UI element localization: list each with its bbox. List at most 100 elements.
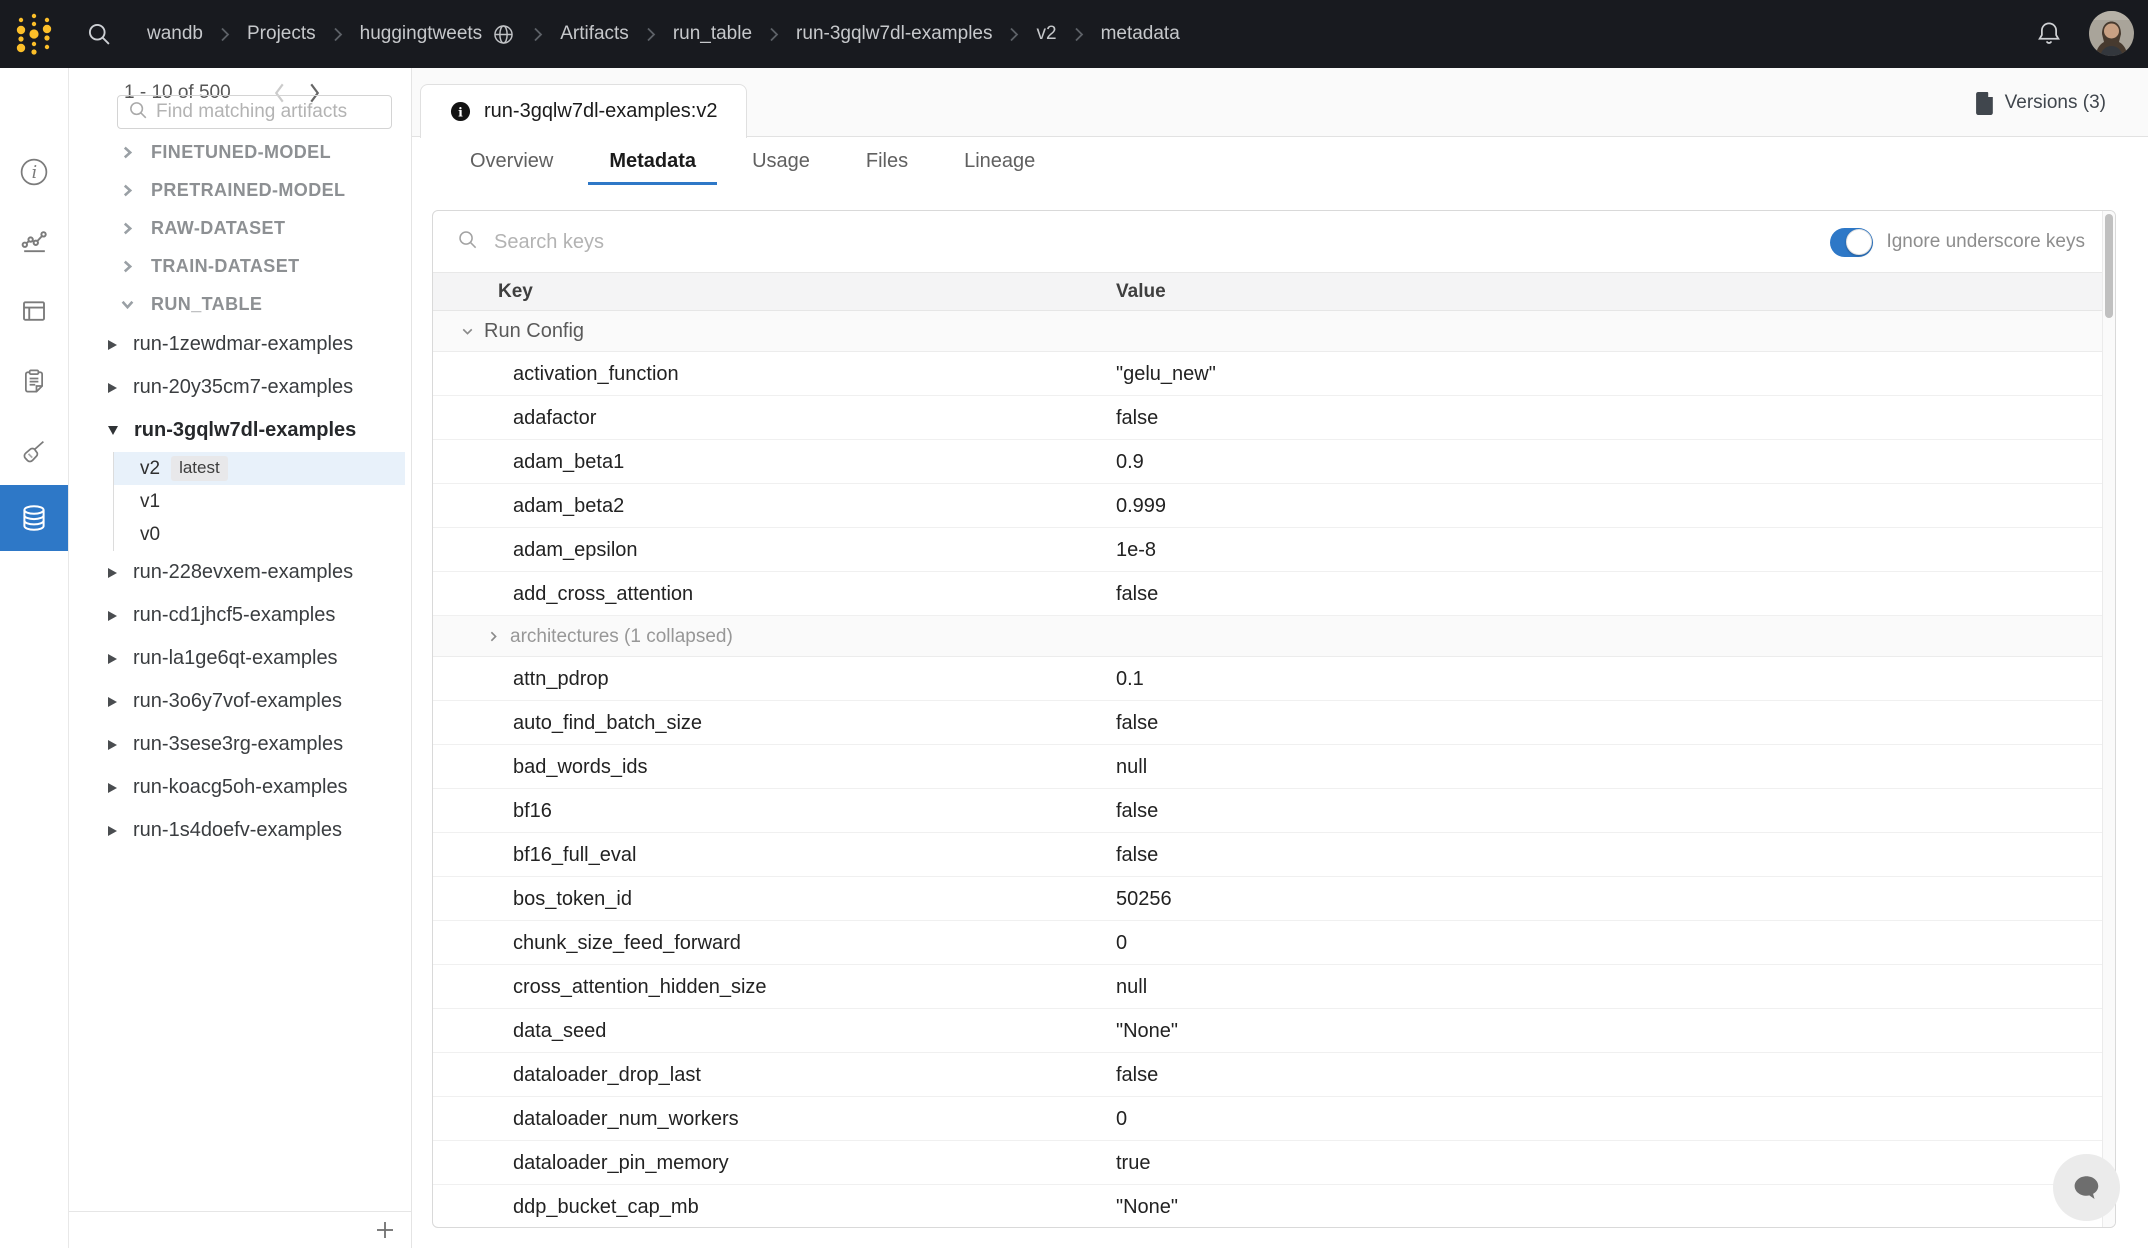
metadata-row: bf16_full_evalfalse	[433, 833, 2115, 877]
panel-scrollbar[interactable]	[2102, 211, 2115, 1227]
breadcrumb-item-label[interactable]: run_table	[673, 23, 752, 45]
versions-button[interactable]: Versions (3)	[1976, 87, 2106, 119]
breadcrumb-item[interactable]: v2	[1036, 23, 1056, 45]
rail-item-info[interactable]: i	[0, 139, 68, 205]
user-avatar[interactable]	[2089, 11, 2134, 56]
sidebar-category-run_table[interactable]: RUN_TABLE	[69, 285, 411, 323]
sidebar-category-finetuned-model[interactable]: FINETUNED-MODEL	[69, 133, 411, 171]
sidebar-run-item[interactable]: run-3gqlw7dl-examples	[69, 409, 411, 452]
metadata-key: add_cross_attention	[433, 583, 1116, 606]
breadcrumb-item-label[interactable]: metadata	[1101, 23, 1180, 45]
metadata-row: cross_attention_hidden_sizenull	[433, 965, 2115, 1009]
sidebar-category-label: RAW-DATASET	[151, 218, 285, 239]
chevron-right-icon	[121, 184, 134, 197]
charts-icon	[19, 226, 50, 257]
rail-item-tables[interactable]	[0, 278, 68, 344]
scrollbar-thumb[interactable]	[2105, 214, 2113, 318]
breadcrumb-item[interactable]: Artifacts	[560, 23, 629, 45]
sidebar-run-label: run-20y35cm7-examples	[133, 376, 353, 399]
sidebar-version-item-v2[interactable]: v2latest	[113, 452, 405, 485]
sidebar-version-item-v0[interactable]: v0	[113, 518, 405, 551]
metadata-row: adam_beta20.999	[433, 484, 2115, 528]
metadata-panel: Ignore underscore keys Key Value Run Con…	[432, 210, 2116, 1228]
breadcrumb-item[interactable]: run-3gqlw7dl-examples	[796, 23, 992, 45]
sidebar-run-item[interactable]: run-1zewdmar-examples	[69, 323, 411, 366]
breadcrumb-item[interactable]: run_table	[673, 23, 752, 45]
search-icon[interactable]	[85, 20, 113, 48]
artifact-version-tab[interactable]: i run-3gqlw7dl-examples:v2	[420, 84, 747, 138]
wandb-logo[interactable]	[11, 9, 57, 59]
sidebar-category-label: TRAIN-DATASET	[151, 256, 300, 277]
top-navbar: wandb Projects huggingtweets Artifacts run_t…	[0, 0, 2148, 68]
metadata-row: adam_beta10.9	[433, 440, 2115, 484]
metadata-value: 0.999	[1116, 495, 2115, 518]
breadcrumb-item[interactable]: metadata	[1101, 23, 1180, 45]
metadata-value: false	[1116, 1064, 2115, 1087]
tab-metadata[interactable]: Metadata	[609, 137, 696, 185]
chat-bubble-icon	[2069, 1170, 2105, 1206]
tab-overview[interactable]: Overview	[470, 137, 553, 185]
sidebar-run-item[interactable]: run-3sese3rg-examples	[69, 723, 411, 766]
breadcrumb-item-label[interactable]: run-3gqlw7dl-examples	[796, 23, 992, 45]
artifact-tree: FINETUNED-MODELPRETRAINED-MODEL RAW-DATAS…	[69, 133, 411, 852]
breadcrumb-separator-icon	[646, 26, 656, 43]
sidebar-version-item-v1[interactable]: v1	[113, 485, 405, 518]
rail-item-artifacts[interactable]	[0, 485, 68, 551]
sidebar-run-item[interactable]: run-la1ge6qt-examples	[69, 637, 411, 680]
breadcrumb-item[interactable]: huggingtweets	[360, 22, 517, 47]
metadata-value: "gelu_new"	[1116, 363, 2115, 386]
metadata-row: bos_token_id50256	[433, 877, 2115, 921]
sidebar-category-pretrained-model[interactable]: PRETRAINED-MODEL	[69, 171, 411, 209]
sidebar-run-item[interactable]: run-1s4doefv-examples	[69, 809, 411, 852]
sidebar-run-item[interactable]: run-koacg5oh-examples	[69, 766, 411, 809]
metadata-value: 1e-8	[1116, 539, 2115, 562]
artifact-search-box[interactable]	[117, 95, 392, 129]
rail-item-reports[interactable]	[0, 348, 68, 414]
metadata-section-row[interactable]: architectures (1 collapsed)	[433, 616, 2115, 657]
artifact-tab-title: run-3gqlw7dl-examples:v2	[484, 100, 717, 123]
metadata-key: dataloader_pin_memory	[433, 1152, 1116, 1175]
sidebar-run-item[interactable]: run-228evxem-examples	[69, 551, 411, 594]
tab-files[interactable]: Files	[866, 137, 908, 185]
breadcrumb-item-label[interactable]: huggingtweets	[360, 23, 483, 45]
artifact-search-input[interactable]	[154, 100, 382, 124]
metadata-section-row[interactable]: Run Config	[433, 311, 2115, 352]
main-content: i run-3gqlw7dl-examples:v2 Versions (3) …	[412, 68, 2148, 1248]
tab-usage[interactable]: Usage	[752, 137, 810, 185]
metadata-row: dataloader_pin_memorytrue	[433, 1141, 2115, 1185]
sidebar-category-raw-dataset[interactable]: RAW-DATASET	[69, 209, 411, 247]
add-artifact-icon[interactable]	[373, 1218, 397, 1242]
section-chevron-right-icon[interactable]	[485, 628, 502, 645]
breadcrumb-separator-icon	[220, 26, 230, 43]
breadcrumb-item-label[interactable]: Artifacts	[560, 23, 629, 45]
rail-item-sweeps[interactable]	[0, 418, 68, 484]
sidebar-category-train-dataset[interactable]: TRAIN-DATASET	[69, 247, 411, 285]
sidebar-run-item[interactable]: run-cd1jhcf5-examples	[69, 594, 411, 637]
sweeps-icon	[19, 436, 49, 466]
section-chevron-down-icon[interactable]	[459, 323, 476, 340]
metadata-value: false	[1116, 407, 2115, 430]
metadata-search-row: Ignore underscore keys	[433, 211, 2115, 273]
breadcrumb-item-label[interactable]: v2	[1036, 23, 1056, 45]
metadata-value: 0	[1116, 932, 2115, 955]
breadcrumb-item[interactable]: Projects	[247, 23, 316, 45]
metadata-key: dataloader_drop_last	[433, 1064, 1116, 1087]
breadcrumb-item-label[interactable]: Projects	[247, 23, 316, 45]
breadcrumb-item-label[interactable]: wandb	[147, 23, 203, 45]
column-header-value: Value	[1116, 281, 2115, 303]
chat-button[interactable]	[2053, 1154, 2120, 1221]
bell-icon[interactable]	[2034, 19, 2064, 49]
metadata-search-input[interactable]	[492, 230, 1096, 255]
tables-icon	[19, 296, 49, 326]
triangle-right-icon	[108, 740, 117, 750]
metadata-key: adafactor	[433, 407, 1116, 430]
breadcrumb-item[interactable]: wandb	[147, 23, 203, 45]
sidebar-run-item[interactable]: run-3o6y7vof-examples	[69, 680, 411, 723]
sidebar-run-item[interactable]: run-20y35cm7-examples	[69, 366, 411, 409]
tab-lineage[interactable]: Lineage	[964, 137, 1035, 185]
ignore-underscore-toggle[interactable]	[1830, 228, 1873, 257]
metadata-value: 0.9	[1116, 451, 2115, 474]
rail-item-charts[interactable]	[0, 208, 68, 274]
metadata-row: data_seed"None"	[433, 1009, 2115, 1053]
metadata-key: bf16_full_eval	[433, 844, 1116, 867]
